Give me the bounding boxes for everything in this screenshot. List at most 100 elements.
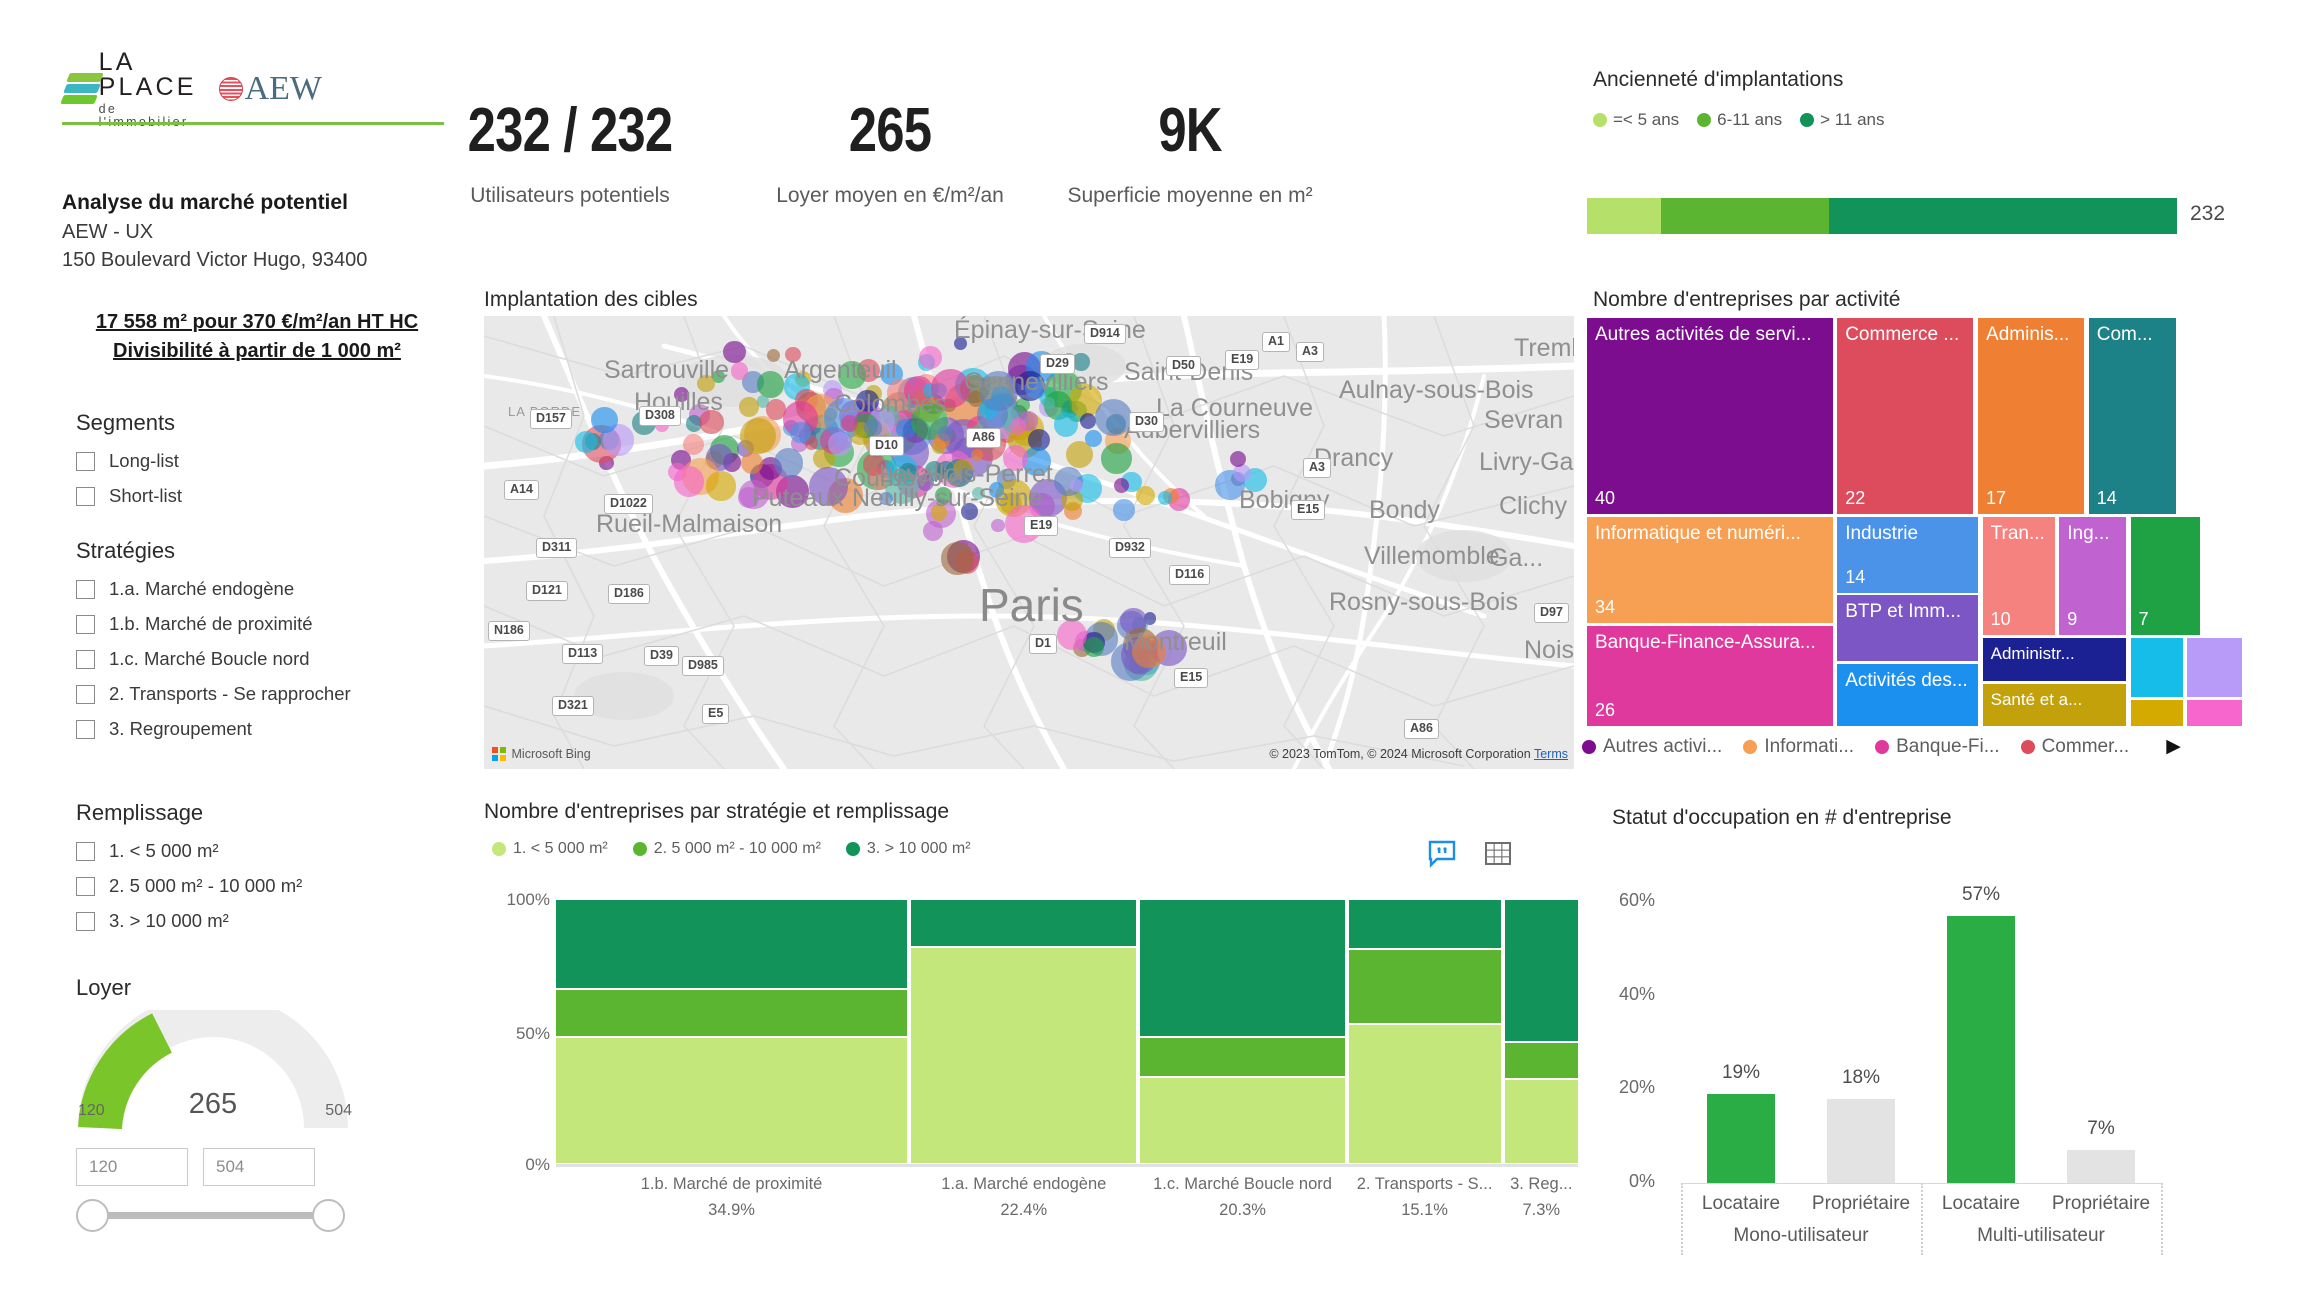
comment-icon[interactable] [1428,840,1456,873]
filter-strategy-1a[interactable]: 1.a. Marché endogène [76,578,466,600]
map-bubble[interactable] [773,448,804,478]
map-bubble[interactable] [730,362,748,380]
loyer-min-input[interactable]: 120 [76,1148,188,1186]
mekko-segment[interactable] [556,900,908,989]
slider-handle-min[interactable] [76,1199,109,1232]
mekko-segment[interactable] [911,947,1137,1163]
map-bubble[interactable] [673,465,705,497]
map-bubble[interactable] [919,345,943,369]
map-bubble[interactable] [1113,499,1135,521]
mekko-column[interactable] [556,898,908,1163]
map-bubble[interactable] [1053,412,1079,437]
filter-segment-short-list[interactable]: Short-list [76,485,466,507]
statut-bar[interactable] [1707,1094,1775,1183]
treemap-cell[interactable]: Tran... 10 [1982,517,2055,636]
treemap-cell[interactable] [2130,699,2184,726]
map-terms-link[interactable]: Terms [1534,747,1568,761]
mekko-segment[interactable] [1348,950,1501,1023]
treemap-cell[interactable]: Com... 14 [2088,318,2176,514]
mekko-column[interactable] [911,898,1137,1163]
statut-bar[interactable] [2067,1150,2135,1183]
checkbox-icon[interactable] [76,719,95,739]
mekko-chart[interactable] [556,898,1578,1167]
slider-track[interactable] [98,1212,322,1219]
mekko-segment[interactable] [1140,1077,1345,1163]
mekko-column[interactable] [1140,898,1345,1163]
mekko-segment[interactable] [1504,1043,1578,1079]
treemap-cell[interactable]: Banque-Finance-Assura... 26 [1587,626,1833,726]
anciennete-segment[interactable] [1587,198,1661,234]
treemap-cell[interactable]: 7 [2130,517,2201,636]
statut-bar[interactable] [1827,1098,1895,1183]
treemap-cell[interactable] [2130,638,2184,698]
checkbox-icon[interactable] [76,486,95,506]
treemap-cell[interactable]: BTP et Imm... [1837,595,1979,661]
filter-strategy-1c[interactable]: 1.c. Marché Boucle nord [76,648,466,670]
checkbox-icon[interactable] [76,649,95,669]
map-bubble[interactable] [1085,430,1102,448]
map-bubble[interactable] [941,542,974,575]
treemap-cell[interactable]: Commerce ... 22 [1837,318,1974,514]
checkbox-icon[interactable] [76,614,95,634]
filter-remplissage-2[interactable]: 2. 5 000 m² - 10 000 m² [76,875,466,897]
loyer-range-slider[interactable] [76,1196,345,1236]
treemap-activites[interactable]: Autres activités de servi... 40 Commerce .… [1587,318,2242,726]
mekko-column[interactable] [1348,898,1501,1163]
mekko-segment[interactable] [911,900,1137,946]
mekko-segment[interactable] [556,1037,908,1163]
checkbox-icon[interactable] [76,451,95,471]
treemap-cell[interactable]: Santé et a... [1982,683,2127,726]
filter-segment-long-list[interactable]: Long-list [76,450,466,472]
treemap-cell[interactable]: Administr... [1982,638,2127,682]
anciennete-segment[interactable] [1828,198,2177,234]
map-bubble[interactable] [1101,443,1133,474]
filter-strategy-1b[interactable]: 1.b. Marché de proximité [76,613,466,635]
treemap-cell[interactable]: Ing... 9 [2059,517,2127,636]
map-bubble[interactable] [827,431,853,456]
filter-remplissage-3[interactable]: 3. > 10 000 m² [76,910,466,932]
treemap-cell[interactable] [2186,699,2242,726]
map-bubble[interactable] [1009,417,1027,435]
statut-chart[interactable]: 60% 40% 20% 0% 19% Locataire 18% Propriétaire 57… [1593,845,2253,1255]
checkbox-icon[interactable] [76,684,95,704]
map-bubble[interactable] [1079,412,1096,429]
map-bubble[interactable] [1069,478,1083,492]
legend-next-arrow-icon[interactable]: ▶ [2166,735,2181,758]
treemap-cell[interactable]: Adminis... 17 [1978,318,2085,514]
anciennete-stacked-bar[interactable] [1587,198,2177,234]
filter-remplissage-1[interactable]: 1. < 5 000 m² [76,840,466,862]
map-bubble[interactable] [706,471,736,501]
checkbox-icon[interactable] [76,579,95,599]
mekko-segment[interactable] [556,990,908,1036]
mekko-segment[interactable] [1348,900,1501,949]
treemap-cell[interactable]: Informatique et numéri... 34 [1587,517,1833,624]
mekko-segment[interactable] [1504,900,1578,1042]
map-bubble[interactable] [591,406,618,434]
statut-bar[interactable] [1947,916,2015,1183]
map-bubble[interactable] [575,430,598,453]
checkbox-icon[interactable] [76,911,95,931]
mekko-segment[interactable] [1140,900,1345,1036]
treemap-cell[interactable] [2186,638,2242,698]
filter-strategy-3[interactable]: 3. Regroupement [76,718,466,740]
checkbox-icon[interactable] [76,876,95,896]
map-bubble[interactable] [1042,396,1055,410]
slider-handle-max[interactable] [312,1199,345,1232]
map-bubble[interactable] [740,451,763,474]
treemap-cell[interactable]: Autres activités de servi... 40 [1587,318,1833,514]
table-grid-icon[interactable] [1484,840,1512,873]
map-bubble[interactable] [790,422,811,443]
anciennete-segment[interactable] [1660,198,1829,234]
mekko-segment[interactable] [1504,1080,1578,1163]
filter-strategy-2[interactable]: 2. Transports - Se rapprocher [76,683,466,705]
mekko-segment[interactable] [1140,1037,1345,1076]
map-bubble[interactable] [864,419,882,437]
map-bubble[interactable] [739,397,759,417]
map-bubble[interactable] [740,417,777,454]
loyer-max-input[interactable]: 504 [203,1148,315,1186]
map-bubble[interactable] [1084,637,1104,657]
checkbox-icon[interactable] [76,841,95,861]
treemap-cell[interactable]: Activités des... [1837,663,1979,726]
treemap-cell[interactable]: Industrie 14 [1837,517,1979,593]
mekko-column[interactable] [1504,898,1578,1163]
